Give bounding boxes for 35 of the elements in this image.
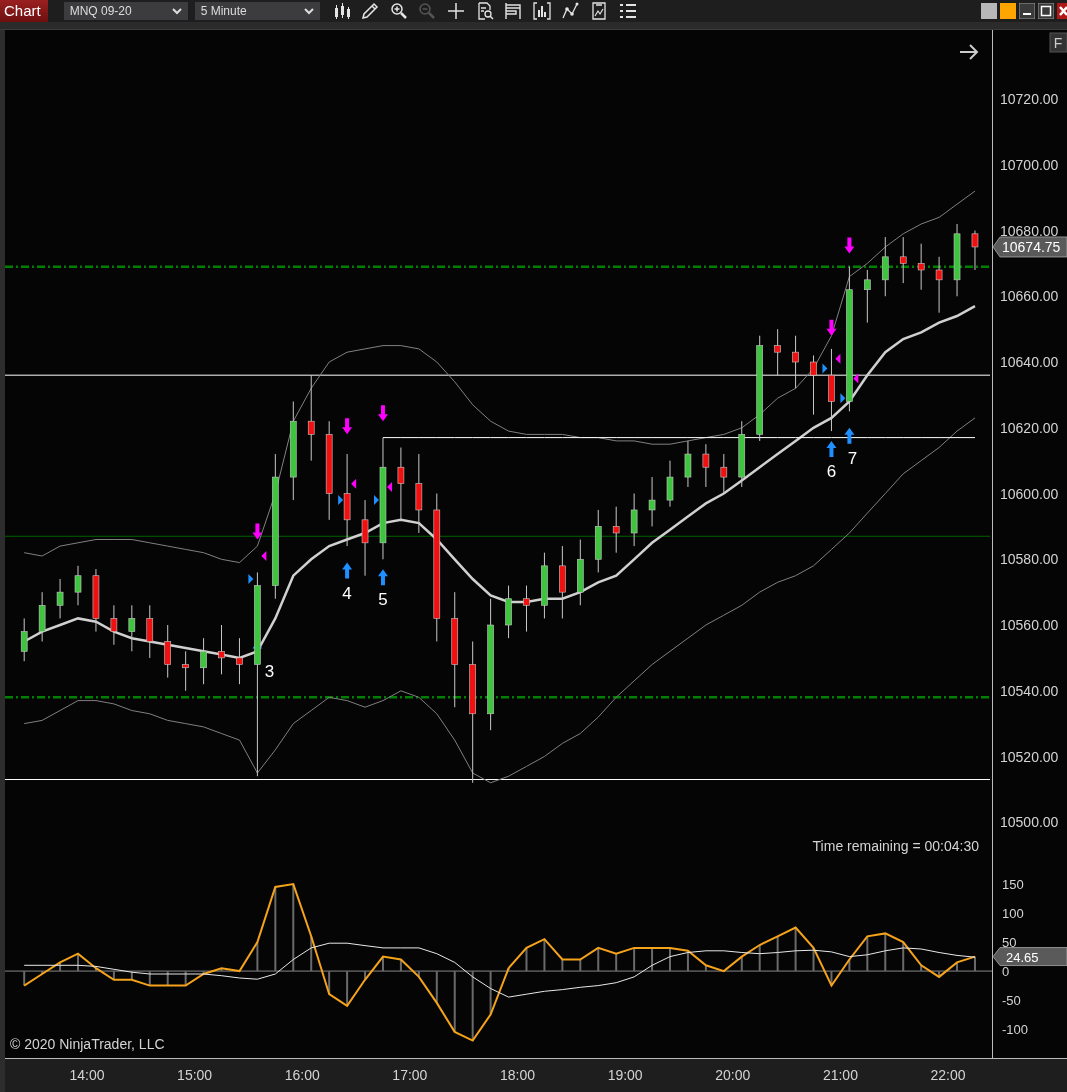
price-label: 10700.00 <box>1000 156 1059 173</box>
time-label: 14:00 <box>69 1067 105 1083</box>
time-label: 19:00 <box>607 1067 643 1083</box>
time-label: 21:00 <box>822 1067 858 1083</box>
price-label: 10540.00 <box>1000 682 1059 699</box>
oscillator-label: 0 <box>1002 964 1010 980</box>
time-label: 15:00 <box>177 1067 213 1083</box>
price-label: 10520.00 <box>1000 748 1059 765</box>
price-label: 10560.00 <box>1000 617 1059 633</box>
oscillator-label: -100 <box>1002 1022 1029 1037</box>
oscillator-label: 100 <box>1002 906 1024 922</box>
price-label: 10680.00 <box>1000 222 1059 239</box>
signal-label: 5 <box>378 590 388 610</box>
time-label: 18:00 <box>500 1067 536 1083</box>
price-label: 10500.00 <box>1000 814 1059 831</box>
time-label: 22:00 <box>930 1067 966 1083</box>
value-tag: 24.65 <box>992 947 1067 966</box>
oscillator-label: -50 <box>1002 993 1021 1009</box>
price-label: 10720.00 <box>1000 91 1059 108</box>
signal-label: 6 <box>826 461 837 481</box>
signal-label: 4 <box>342 583 352 603</box>
price-label: 10660.00 <box>1000 288 1059 305</box>
price-label: 10600.00 <box>1000 485 1059 502</box>
signal-label: 7 <box>847 448 858 468</box>
price-label: 10580.00 <box>1000 551 1059 568</box>
time-label: 16:00 <box>284 1067 320 1083</box>
signal-label: 3 <box>264 662 275 682</box>
price-tag: 10674.75 <box>992 236 1067 258</box>
price-label: 10640.00 <box>1000 354 1059 371</box>
copyright-text: © 2020 NinjaTrader, LLC <box>10 1036 165 1052</box>
time-remaining: Time remaining = 00:04:30 <box>812 838 979 854</box>
oscillator-label: 150 <box>1002 877 1024 893</box>
price-label: 10620.00 <box>1000 419 1059 436</box>
time-label: 20:00 <box>715 1067 751 1083</box>
time-label: 17:00 <box>392 1067 428 1083</box>
